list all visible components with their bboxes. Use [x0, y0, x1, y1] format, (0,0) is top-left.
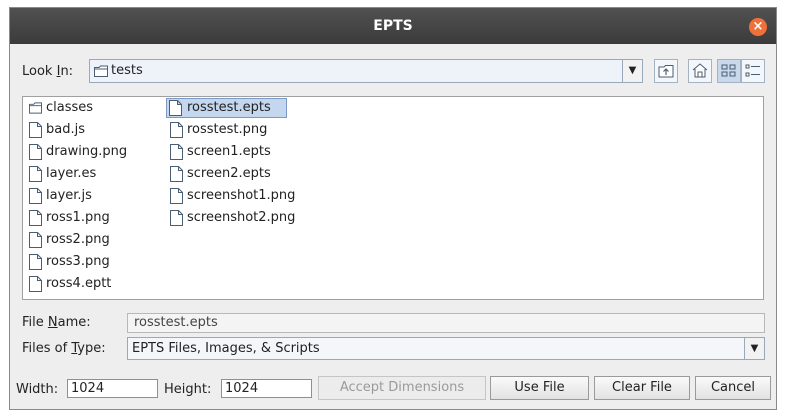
- folder-icon: [94, 65, 108, 77]
- file-icon: [169, 100, 182, 116]
- close-button[interactable]: ×: [749, 18, 767, 36]
- file-name-field[interactable]: rosstest.epts: [127, 313, 765, 333]
- up-folder-icon: [658, 65, 674, 78]
- file-chooser-dialog: EPTS × Look In: tests ▼ classes bad.js d…: [9, 7, 777, 410]
- list-view-icon: [721, 64, 736, 77]
- list-item[interactable]: ross3.png: [26, 252, 110, 272]
- home-icon: [692, 63, 708, 78]
- file-icon: [29, 210, 42, 226]
- file-icon: [29, 254, 42, 270]
- file-icon: [29, 276, 42, 292]
- chevron-down-icon[interactable]: ▼: [744, 338, 764, 359]
- file-icon: [29, 232, 42, 248]
- look-in-label: Look In:: [22, 64, 74, 79]
- look-in-combo[interactable]: tests ▼: [89, 59, 643, 83]
- file-icon: [29, 188, 42, 204]
- width-input[interactable]: 1024: [67, 379, 158, 398]
- file-icon: [170, 188, 183, 204]
- file-icon: [29, 166, 42, 182]
- list-item[interactable]: layer.es: [26, 164, 96, 184]
- file-icon: [170, 122, 183, 138]
- use-file-button[interactable]: Use File: [490, 376, 589, 400]
- files-of-type-value: EPTS Files, Images, & Scripts: [132, 341, 320, 356]
- file-icon: [29, 122, 42, 138]
- list-item[interactable]: screen1.epts: [167, 142, 271, 162]
- list-item[interactable]: ross4.eptt: [26, 274, 111, 294]
- file-icon: [170, 144, 183, 160]
- clear-file-button[interactable]: Clear File: [594, 376, 690, 400]
- cancel-button[interactable]: Cancel: [695, 376, 771, 400]
- list-item[interactable]: bad.js: [26, 120, 85, 140]
- list-item[interactable]: rosstest.png: [167, 120, 267, 140]
- list-item[interactable]: screenshot2.png: [167, 208, 295, 228]
- list-item[interactable]: ross2.png: [26, 230, 110, 250]
- list-item[interactable]: drawing.png: [26, 142, 127, 162]
- file-list[interactable]: classes bad.js drawing.png layer.es laye…: [22, 96, 764, 300]
- height-input[interactable]: 1024: [221, 379, 312, 398]
- look-in-value: tests: [111, 63, 143, 78]
- list-item[interactable]: screenshot1.png: [167, 186, 295, 206]
- details-view-button[interactable]: [741, 59, 765, 83]
- list-item-selected[interactable]: rosstest.epts: [166, 98, 287, 118]
- list-item[interactable]: ross1.png: [26, 208, 110, 228]
- file-name-label: File Name:: [22, 315, 91, 330]
- width-label: Width:: [16, 382, 59, 397]
- list-item-folder[interactable]: classes: [26, 98, 93, 118]
- file-icon: [170, 210, 183, 226]
- file-icon: [29, 144, 42, 160]
- file-icon: [170, 166, 183, 182]
- files-of-type-label: Files of Type:: [22, 341, 106, 356]
- window-title: EPTS: [373, 18, 413, 34]
- list-item[interactable]: screen2.epts: [167, 164, 271, 184]
- height-label: Height:: [164, 382, 212, 397]
- list-view-button[interactable]: [717, 59, 741, 83]
- up-folder-button[interactable]: [654, 59, 678, 83]
- accept-dimensions-button[interactable]: Accept Dimensions: [318, 376, 486, 400]
- chevron-down-icon[interactable]: ▼: [622, 60, 642, 82]
- home-button[interactable]: [688, 59, 712, 83]
- files-of-type-combo[interactable]: EPTS Files, Images, & Scripts ▼: [127, 337, 765, 360]
- folder-icon: [29, 102, 42, 114]
- title-bar: EPTS ×: [10, 8, 776, 44]
- list-item[interactable]: layer.js: [26, 186, 92, 206]
- details-view-icon: [745, 64, 760, 77]
